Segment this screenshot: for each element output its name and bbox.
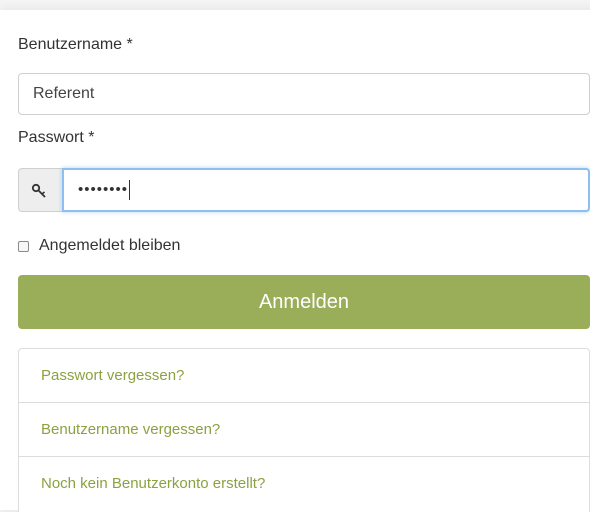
username-label: Benutzername * [18, 36, 133, 53]
password-input[interactable]: •••••••• [62, 168, 590, 212]
text-caret [129, 180, 131, 201]
username-input[interactable]: Referent [18, 73, 590, 115]
remember-me[interactable]: Angemeldet bleiben [18, 236, 180, 256]
remember-label[interactable]: Angemeldet bleiben [39, 237, 180, 255]
password-input-group: •••••••• [18, 168, 590, 212]
password-addon [18, 168, 62, 212]
password-value: •••••••• [78, 181, 129, 198]
forgot-password-link[interactable]: Passwort vergessen? [19, 349, 589, 403]
key-icon [31, 183, 46, 198]
help-links: Passwort vergessen? Benutzername vergess… [18, 348, 590, 512]
create-account-link[interactable]: Noch kein Benutzerkonto erstellt? [19, 457, 589, 511]
remember-checkbox[interactable] [18, 240, 29, 252]
forgot-username-link[interactable]: Benutzername vergessen? [19, 403, 589, 457]
login-panel: Benutzername * Referent Passwort * •••••… [0, 10, 590, 512]
password-label: Passwort * [18, 129, 95, 146]
login-button[interactable]: Anmelden [18, 275, 590, 329]
